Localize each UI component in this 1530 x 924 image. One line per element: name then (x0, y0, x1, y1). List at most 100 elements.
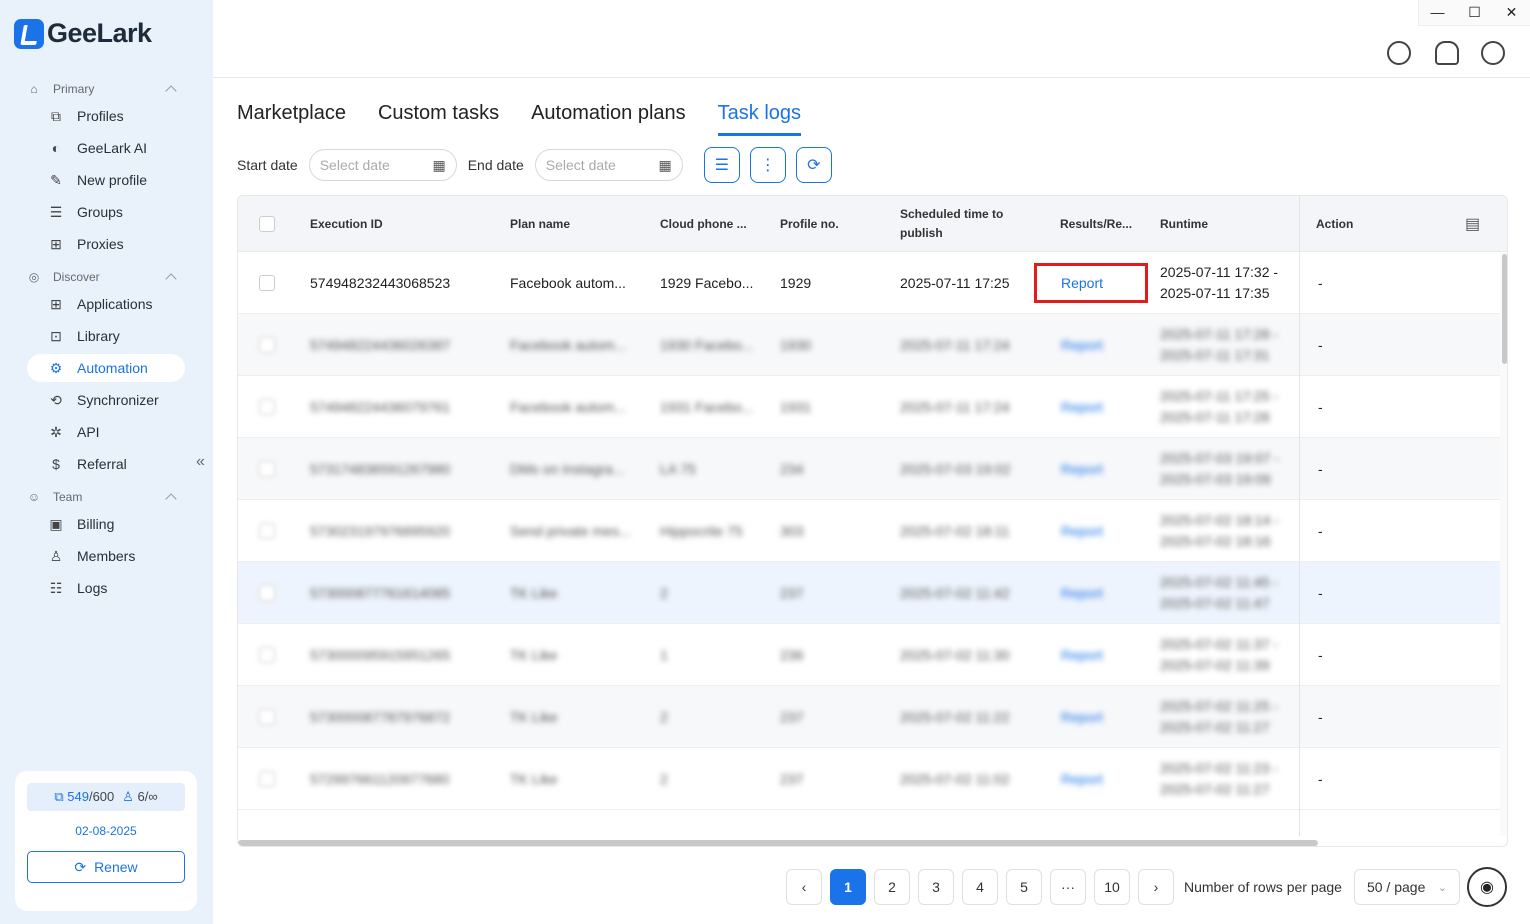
report-link[interactable]: Report (1061, 748, 1103, 810)
nav-group-primary[interactable]: ⌂ Primary (27, 82, 177, 97)
report-link[interactable]: Report (1061, 438, 1103, 500)
column-settings-icon[interactable]: ▤ (1465, 196, 1480, 252)
report-link[interactable]: Report (1061, 624, 1103, 686)
cell-profile: 1929 (780, 274, 812, 291)
report-link[interactable]: Report (1061, 314, 1103, 376)
runtime-end: 2025-07-02 11:47 (1160, 595, 1270, 611)
row-checkbox[interactable] (259, 709, 275, 725)
planet-icon: ◎ (28, 270, 40, 284)
minimize-button[interactable]: — (1419, 0, 1456, 25)
bell-icon[interactable] (1435, 41, 1459, 65)
cell-scheduled: 2025-07-11 17:25 (900, 274, 1010, 291)
sidebar-item-logs[interactable]: ☷ Logs (27, 574, 185, 602)
sidebar-item-billing[interactable]: ▣ Billing (27, 510, 185, 538)
page-3-button[interactable]: 3 (918, 869, 954, 905)
row-checkbox[interactable] (259, 647, 275, 663)
runtime-start: 2025-07-11 17:32 - (1160, 264, 1279, 280)
select-all-checkbox[interactable] (259, 216, 275, 232)
support-agent-icon[interactable] (1387, 41, 1411, 65)
prev-page-button[interactable]: ‹ (786, 869, 822, 905)
more-options-button[interactable]: ⋮ (749, 147, 786, 183)
table-row[interactable]: 573000095915951265 TK Like 1 236 2025-07-02 … (238, 624, 1500, 686)
sidebar-item-automation[interactable]: ⚙ Automation (27, 354, 185, 382)
renew-button[interactable]: ⟳ Renew (27, 851, 185, 883)
geelark-logo[interactable]: GeeLark (14, 18, 152, 49)
cell-plan: DMs on Instagra... (510, 460, 625, 477)
table-row[interactable]: 574948232443068523 Facebook autom... 1929 … (238, 252, 1500, 314)
col-runtime[interactable]: Runtime (1160, 196, 1208, 252)
row-checkbox[interactable] (259, 399, 275, 415)
row-checkbox[interactable] (259, 337, 275, 353)
scroll-thumb[interactable] (1502, 254, 1507, 364)
row-checkbox[interactable] (259, 275, 275, 291)
page-1-button[interactable]: 1 (830, 869, 866, 905)
tab-automation-plans[interactable]: Automation plans (531, 102, 686, 136)
tab-bar: Marketplace Custom tasks Automation plan… (237, 102, 802, 136)
tab-marketplace[interactable]: Marketplace (237, 102, 346, 136)
horizontal-scrollbar[interactable] (238, 840, 1318, 846)
table-row[interactable]: 573023197976895920 Send private mes... Hip… (238, 500, 1500, 562)
table-row[interactable]: 574948224436026387 Facebook autom... 1930 … (238, 314, 1500, 376)
refresh-icon: ⟳ (74, 858, 87, 875)
close-button[interactable]: ✕ (1493, 0, 1530, 25)
sidebar-item-applications[interactable]: ⊞ Applications (27, 290, 185, 318)
sidebar-item-library[interactable]: ⊡ Library (27, 322, 185, 350)
row-checkbox[interactable] (259, 523, 275, 539)
maximize-button[interactable]: ☐ (1456, 0, 1493, 25)
page-2-button[interactable]: 2 (874, 869, 910, 905)
col-execution-id[interactable]: Execution ID (310, 196, 383, 252)
page-5-button[interactable]: 5 (1006, 869, 1042, 905)
col-cloud-phone[interactable]: Cloud phone ... (660, 196, 747, 252)
action-column-divider (1299, 196, 1300, 836)
table-row[interactable]: 573000087787976872 TK Like 2 237 2025-07-02 … (238, 686, 1500, 748)
tab-task-logs[interactable]: Task logs (717, 102, 802, 136)
report-link[interactable]: Report (1061, 376, 1103, 438)
sidebar-item-new-profile[interactable]: ✎ New profile (27, 166, 185, 194)
sidebar-item-synchronizer[interactable]: ⟲ Synchronizer (27, 386, 185, 414)
sidebar-item-proxies[interactable]: ⊞ Proxies (27, 230, 185, 258)
tab-custom-tasks[interactable]: Custom tasks (378, 102, 499, 136)
table-row[interactable]: 572997661120977680 TK Like 2 237 2025-07-02 … (238, 748, 1500, 810)
vertical-scrollbar[interactable] (1500, 252, 1507, 836)
sidebar-item-groups[interactable]: ☰ Groups (27, 198, 185, 226)
report-link[interactable]: Report (1061, 562, 1103, 624)
row-checkbox[interactable] (259, 585, 275, 601)
cell-plan: TK Like (510, 770, 558, 787)
page-10-button[interactable]: 10 (1094, 869, 1130, 905)
page-ellipsis[interactable]: ··· (1050, 869, 1086, 905)
nav-group-discover[interactable]: ◎ Discover (27, 270, 177, 285)
cell-scheduled: 2025-07-02 11:22 (900, 708, 1010, 725)
table-row[interactable]: 574948224436079761 Facebook autom... 1931 … (238, 376, 1500, 438)
start-date-input[interactable]: Select date ▦ (308, 149, 457, 181)
sidebar-item-profiles[interactable]: ⧉ Profiles (27, 102, 185, 130)
sidebar-item-referral[interactable]: $ Referral (27, 450, 185, 478)
page-4-button[interactable]: 4 (962, 869, 998, 905)
report-link[interactable]: Report (1061, 686, 1103, 748)
col-scheduled-time[interactable]: Scheduled time to publish (900, 196, 1003, 252)
api-icon: ✲ (50, 423, 62, 440)
user-avatar-icon[interactable] (1481, 41, 1505, 65)
col-plan-name[interactable]: Plan name (510, 196, 570, 252)
nav-group-team[interactable]: ☺ Team (27, 490, 177, 505)
sidebar-item-api[interactable]: ✲ API (27, 418, 185, 446)
logs-icon: ☷ (49, 579, 63, 596)
next-page-button[interactable]: › (1138, 869, 1174, 905)
sidebar-item-geelark-ai[interactable]: ◐ GeeLark AI (27, 134, 185, 162)
report-link[interactable]: Report (1061, 500, 1103, 562)
filter-settings-button[interactable]: ☰ (703, 147, 740, 183)
chevron-up-icon (165, 85, 177, 97)
end-date-input[interactable]: Select date ▦ (534, 149, 683, 181)
row-checkbox[interactable] (259, 461, 275, 477)
table-row[interactable]: 573174836591267980 DMs on Instagra... LA 7… (238, 438, 1500, 500)
page-size-select[interactable]: 50 / page ⌄ (1353, 869, 1460, 905)
collapse-sidebar-icon[interactable]: « (196, 453, 205, 471)
sidebar-item-label: Profiles (77, 108, 124, 124)
row-checkbox[interactable] (259, 771, 275, 787)
assistant-fab-icon[interactable]: ◉ (1467, 867, 1507, 907)
table-row[interactable]: 573000877761614085 TK Like 2 237 2025-07-02 … (238, 562, 1500, 624)
refresh-button[interactable]: ⟳ (795, 147, 832, 183)
col-results[interactable]: Results/Re... (1060, 196, 1132, 252)
sidebar-item-members[interactable]: ♙ Members (27, 542, 185, 570)
team-icon: ☺ (27, 490, 41, 504)
col-profile-no[interactable]: Profile no. (780, 196, 839, 252)
